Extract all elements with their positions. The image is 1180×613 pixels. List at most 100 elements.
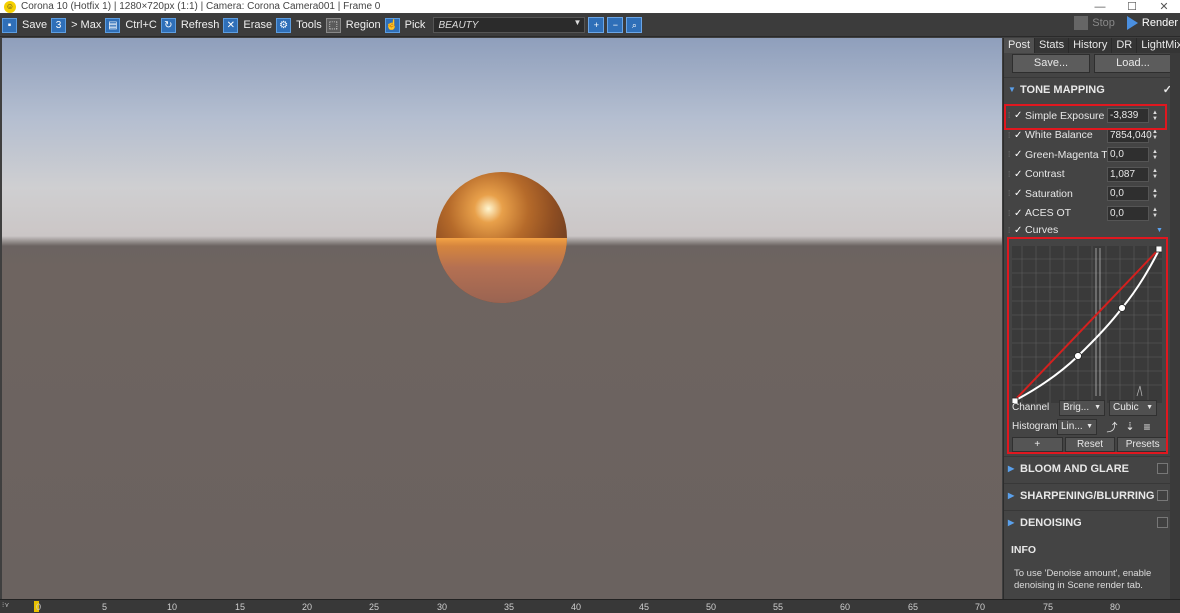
corona-logo-icon: ☺ bbox=[4, 0, 16, 13]
erase-button[interactable]: ✕ Erase bbox=[223, 16, 272, 35]
white-balance-field[interactable]: 7854,040 bbox=[1107, 127, 1152, 143]
collapse-triangle-icon[interactable]: ▼ bbox=[1156, 227, 1163, 234]
sharpening-checkbox[interactable] bbox=[1157, 490, 1168, 501]
title-bar: ☺ Corona 10 (Hotfix 1) | 1280×720px (1:1… bbox=[0, 0, 1180, 13]
tone-mapping-header[interactable]: ▼ TONE MAPPING ✓ bbox=[1004, 77, 1180, 101]
timeline-tick: 75 bbox=[1043, 602, 1054, 612]
timeline-tick: 25 bbox=[369, 602, 380, 612]
param-checkbox[interactable]: ✓ bbox=[1014, 225, 1025, 236]
render-viewport[interactable] bbox=[2, 38, 1002, 599]
window-title: Corona 10 (Hotfix 1) | 1280×720px (1:1) … bbox=[21, 1, 381, 12]
max-icon: 3 bbox=[51, 17, 67, 33]
stop-icon bbox=[1074, 16, 1089, 30]
param-checkbox[interactable]: ✓ bbox=[1014, 169, 1025, 180]
spinner-icon[interactable]: ▲ ▼ bbox=[1150, 188, 1160, 200]
tab-stats[interactable]: Stats bbox=[1035, 38, 1070, 53]
timeline-tick: 55 bbox=[773, 602, 784, 612]
max-button[interactable]: 3 > Max bbox=[51, 16, 101, 35]
timeline-tick: 0 bbox=[36, 602, 42, 612]
param-checkbox[interactable]: ✓ bbox=[1014, 188, 1025, 199]
bloom-glare-header[interactable]: ▶ BLOOM AND GLARE bbox=[1004, 456, 1180, 480]
param-checkbox[interactable]: ✓ bbox=[1014, 208, 1025, 219]
region-icon: ⬚ bbox=[325, 17, 341, 33]
stop-button[interactable]: Stop bbox=[1092, 17, 1115, 29]
spinner-icon[interactable]: ▲ ▼ bbox=[1150, 129, 1160, 141]
param-row: ⁞ ✓ ACES OT 0,0 ▲ ▼ bbox=[1004, 204, 1180, 224]
collapsed-triangle-icon: ▶ bbox=[1008, 518, 1015, 527]
info-text: To use 'Denoise amount', enable denoisin… bbox=[1014, 568, 1152, 591]
copy-button[interactable]: ▤ Ctrl+C bbox=[105, 16, 157, 35]
timeline-tick: 65 bbox=[908, 602, 919, 612]
rendered-sphere bbox=[436, 172, 567, 303]
info-title: INFO bbox=[1011, 544, 1037, 556]
play-icon bbox=[1126, 16, 1138, 30]
load-preset-button[interactable]: Load... bbox=[1094, 54, 1172, 73]
maximize-button[interactable]: ☐ bbox=[1116, 0, 1148, 13]
param-row: ⁞ ✓ Contrast 1,087 ▲ ▼ bbox=[1004, 165, 1180, 185]
tab-dr[interactable]: DR bbox=[1112, 38, 1138, 53]
timeline-tick: 80 bbox=[1110, 602, 1121, 612]
saturation-field[interactable]: 0,0 bbox=[1107, 186, 1149, 202]
param-checkbox[interactable]: ✓ bbox=[1014, 130, 1025, 141]
tint-field[interactable]: 0,0 bbox=[1107, 147, 1149, 163]
save-button[interactable]: ▪ Save bbox=[2, 16, 47, 35]
sharpening-header[interactable]: ▶ SHARPENING/BLURRING bbox=[1004, 483, 1180, 507]
param-row: ⁞ ✓ Saturation 0,0 ▲ ▼ bbox=[1004, 184, 1180, 204]
region-button[interactable]: ⬚ Region bbox=[325, 16, 381, 35]
exposure-highlight bbox=[1004, 104, 1167, 130]
panel-tabs: Post Stats History DR LightMix bbox=[1004, 38, 1180, 53]
tools-button[interactable]: ⚙ Tools bbox=[276, 16, 322, 35]
timeline[interactable]: ⁝⋎ 0 5 10 15 20 25 30 35 40 45 50 55 60 … bbox=[0, 599, 1180, 613]
close-button[interactable]: ✕ bbox=[1148, 0, 1180, 13]
collapsed-triangle-icon: ▶ bbox=[1008, 491, 1015, 500]
tab-lightmix[interactable]: LightMix bbox=[1137, 38, 1180, 53]
timeline-tick: 70 bbox=[975, 602, 986, 612]
render-controls: Stop Render bbox=[1074, 16, 1180, 30]
timeline-tick: 35 bbox=[504, 602, 515, 612]
render-element-dropdown[interactable]: BEAUTY ▼ bbox=[433, 17, 586, 33]
floppy-icon: ▪ bbox=[2, 17, 17, 33]
timeline-tick: 15 bbox=[235, 602, 246, 612]
collapsed-triangle-icon: ▶ bbox=[1008, 464, 1015, 473]
spinner-icon[interactable]: ▲ ▼ bbox=[1150, 168, 1160, 180]
copy-icon: ▤ bbox=[105, 17, 121, 33]
minimize-button[interactable]: — bbox=[1084, 1, 1116, 13]
expanded-triangle-icon: ▼ bbox=[1008, 85, 1016, 94]
zoom-out-icon[interactable]: − bbox=[607, 17, 624, 33]
curves-highlight bbox=[1007, 237, 1168, 454]
spinner-icon[interactable]: ▲ ▼ bbox=[1150, 207, 1160, 219]
save-preset-button[interactable]: Save... bbox=[1012, 54, 1090, 73]
panel-scrollbar[interactable] bbox=[1170, 53, 1180, 599]
refresh-button[interactable]: ↻ Refresh bbox=[160, 16, 219, 35]
curves-row: ⁞ ✓ Curves ▼ bbox=[1008, 224, 1163, 236]
refresh-icon: ↻ bbox=[160, 17, 176, 33]
post-panel: Post Stats History DR LightMix Save... L… bbox=[1003, 38, 1180, 599]
timeline-tick: 20 bbox=[302, 602, 313, 612]
param-row: ⁞ ✓ Green-Magenta Tint 0,0 ▲▼ bbox=[1004, 145, 1180, 165]
timeline-toggle-icon[interactable]: ⁝⋎ bbox=[2, 601, 16, 612]
timeline-tick: 10 bbox=[167, 602, 178, 612]
zoom-in-icon[interactable]: + bbox=[588, 17, 605, 33]
param-checkbox[interactable]: ✓ bbox=[1014, 149, 1025, 160]
timeline-tick: 45 bbox=[639, 602, 650, 612]
timeline-tick: 60 bbox=[840, 602, 851, 612]
render-button[interactable]: Render bbox=[1126, 16, 1178, 30]
aces-ot-field[interactable]: 0,0 bbox=[1107, 205, 1149, 221]
denoising-checkbox[interactable] bbox=[1157, 517, 1168, 528]
timeline-tick: 5 bbox=[102, 602, 108, 612]
hand-pointer-icon: ☝ bbox=[384, 17, 400, 33]
spinner-icon[interactable]: ▲ ▼ bbox=[1150, 149, 1160, 161]
tab-history[interactable]: History bbox=[1069, 38, 1113, 53]
toolbar: ▪ Save 3 > Max ▤ Ctrl+C ↻ Refresh ✕ Eras… bbox=[0, 14, 1180, 37]
bloom-checkbox[interactable] bbox=[1157, 463, 1168, 474]
contrast-field[interactable]: 1,087 bbox=[1107, 166, 1149, 182]
gear-icon: ⚙ bbox=[276, 17, 292, 33]
zoom-fit-icon[interactable]: ⌕ bbox=[626, 17, 643, 33]
denoising-header[interactable]: ▶ DENOISING bbox=[1004, 510, 1180, 534]
timeline-tick: 40 bbox=[571, 602, 582, 612]
tab-post[interactable]: Post bbox=[1004, 38, 1036, 53]
chevron-down-icon: ▼ bbox=[573, 18, 582, 27]
pick-button[interactable]: ☝ Pick bbox=[384, 16, 425, 35]
erase-icon: ✕ bbox=[223, 17, 239, 33]
timeline-tick: 30 bbox=[437, 602, 448, 612]
